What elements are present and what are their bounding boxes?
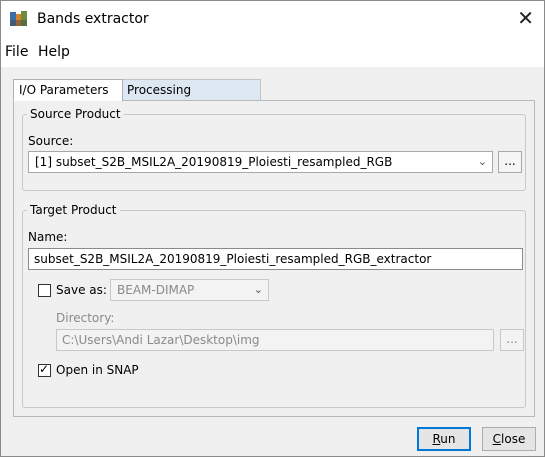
run-label-rest: un [440,432,456,446]
title-bar: Bands extractor ✕ [1,1,544,37]
source-product-select[interactable]: [1] subset_S2B_MSIL2A_20190819_Ploiesti_… [28,151,493,173]
tab-processing-parameters[interactable]: Processing Parameters [121,79,261,118]
close-button[interactable]: Close [482,427,536,451]
open-in-snap-label: Open in SNAP [56,363,139,377]
name-label: Name: [28,230,68,244]
source-label: Source: [28,134,74,148]
target-product-group: Target Product [22,203,526,408]
close-label-rest: lose [501,432,526,446]
io-parameters-panel: Source Product Source: [1] subset_S2B_MS… [13,100,535,417]
checkmark-icon: ✓ [39,362,50,376]
target-name-field[interactable]: subset_S2B_MSIL2A_20190819_Ploiesti_resa… [28,248,523,270]
close-mnemonic: C [492,432,502,446]
source-product-value: [1] subset_S2B_MSIL2A_20190819_Ploiesti_… [35,155,393,169]
save-as-label: Save as: [56,283,107,297]
chevron-down-icon: ⌄ [253,283,263,296]
target-product-title: Target Product [30,203,117,217]
source-product-group: Source Product [22,107,526,191]
snap-app-icon [10,11,27,26]
menu-file[interactable]: File [5,44,28,60]
save-as-checkbox[interactable] [38,284,51,297]
save-format-select[interactable]: BEAM-DIMAP ⌄ [110,279,269,301]
open-in-snap-checkbox[interactable]: ✓ [38,362,51,377]
window-title: Bands extractor [37,11,149,27]
directory-browse-button[interactable]: ... [500,329,524,351]
run-button[interactable]: Run [417,427,471,451]
chevron-down-icon: ⌄ [477,155,487,168]
menu-help[interactable]: Help [38,44,70,60]
directory-field[interactable]: C:\Users\Andi Lazar\Desktop\img [56,329,494,351]
close-window-icon[interactable]: ✕ [517,7,534,29]
save-format-value: BEAM-DIMAP [117,283,195,297]
bands-extractor-dialog: Bands extractor ✕ File Help I/O Paramete… [0,0,545,457]
menu-bar: File Help [1,37,544,67]
source-product-title: Source Product [30,107,121,121]
source-browse-button[interactable]: ... [498,151,522,173]
tab-io-parameters[interactable]: I/O Parameters [13,79,123,102]
directory-label: Directory: [56,311,115,325]
